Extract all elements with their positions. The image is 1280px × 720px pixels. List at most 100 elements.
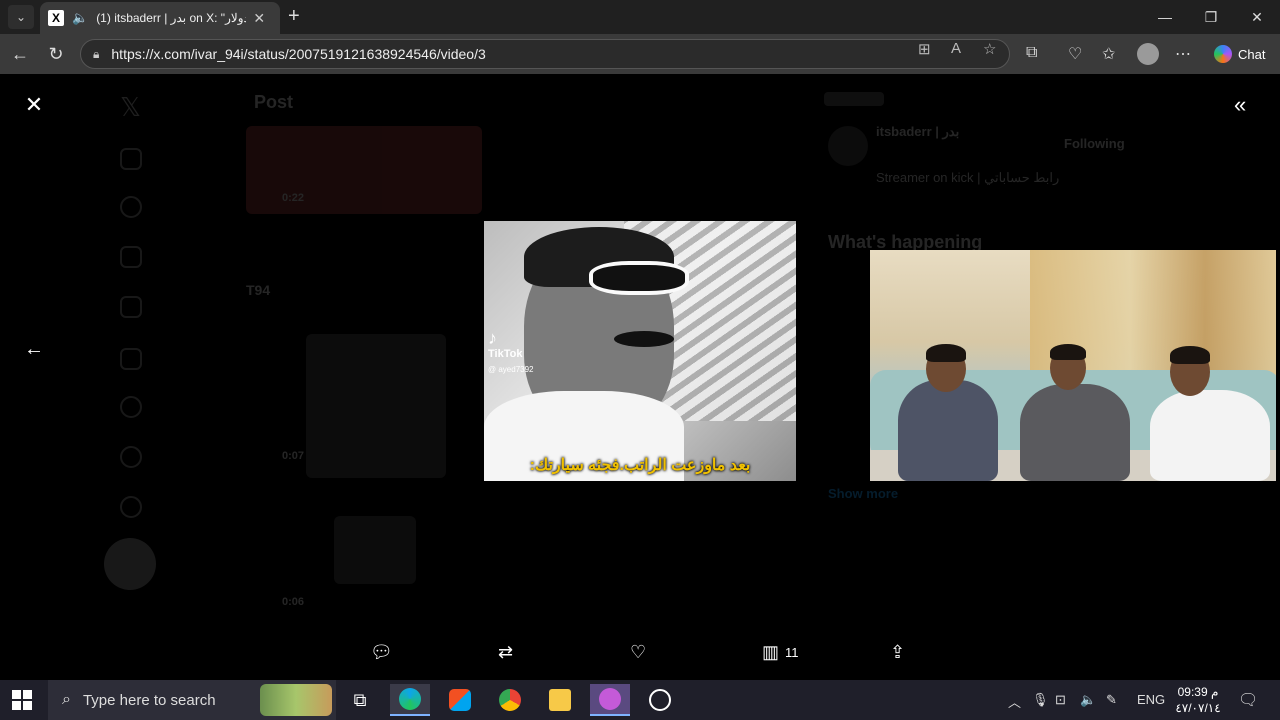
tiktok-icon: ♪ [488, 328, 497, 348]
person-left [898, 380, 998, 481]
views-count: 11 [785, 645, 799, 660]
profile-avatar-bg [828, 126, 868, 166]
store-taskbar-button[interactable] [440, 684, 480, 716]
file-explorer-taskbar-button[interactable] [540, 684, 580, 716]
page: 𝕏 Post 0:22 T94 0:07 0:06 itsbaderr | بد… [4, 74, 1276, 676]
close-window-button[interactable]: ✕ [1234, 0, 1280, 34]
header-title: Post [254, 92, 294, 112]
reply-media [306, 334, 446, 478]
tab-actions-menu-button[interactable]: ⌄ [8, 5, 34, 29]
tab-close-icon[interactable]: ✕ [250, 10, 268, 27]
reply-author: T94 [246, 282, 271, 298]
hair-left [926, 344, 966, 362]
post-fab [104, 538, 156, 590]
recorder-icon [649, 689, 671, 711]
person-right [1150, 390, 1270, 481]
people-icon [120, 296, 142, 318]
copilot-chat-button[interactable]: Chat [1206, 41, 1273, 67]
microphone-icon[interactable]: 🎙︎ [1032, 692, 1049, 708]
grok-icon [120, 396, 142, 418]
home-icon [120, 148, 142, 170]
mustache [614, 331, 674, 347]
pip-video[interactable] [870, 250, 1276, 481]
person-middle [1020, 384, 1130, 481]
task-view-button[interactable]: ⧉ [340, 684, 380, 716]
pen-icon[interactable]: ✎ [1106, 692, 1117, 708]
store-icon [449, 689, 471, 711]
start-button[interactable] [12, 690, 32, 710]
views-button[interactable]: ▥ 11 [762, 642, 799, 663]
search-icon: ⌕ [62, 691, 71, 708]
address-bar[interactable]: 🔒︎ https://x.com/ivar_94i/status/2007519… [80, 39, 1010, 69]
like-button[interactable]: ♡ [630, 642, 646, 663]
search-highlight-image [260, 684, 332, 716]
profile-bio: Streamer on kick | رابط حساباتي [876, 170, 1060, 185]
task-view-icon: ⧉ [353, 689, 367, 710]
reply-icon: 💬︎ [370, 642, 393, 662]
browser-essentials-icon[interactable]: ♡ [1068, 44, 1082, 64]
game-app-taskbar-button[interactable] [590, 684, 630, 716]
search-placeholder: Type here to search [82, 691, 216, 709]
tiktok-label: TikTok [488, 348, 523, 360]
reply-button[interactable]: 💬︎ [370, 642, 393, 663]
hair-middle [1050, 344, 1086, 360]
date: ٤٧/٠٧/١٤ [1175, 701, 1221, 715]
tab-bar: ⌄ X 🔈 (1) itsbaderr | بدر on X: "دولار ✕… [0, 0, 1280, 34]
back-button[interactable]: ← [8, 42, 32, 66]
chrome-icon [499, 689, 521, 711]
repost-button[interactable]: ⇄ [498, 642, 513, 663]
edge-icon [399, 688, 421, 710]
chrome-taskbar-button[interactable] [490, 684, 530, 716]
clock[interactable]: 09:39 م ٤٧/٠٧/١٤ [1168, 684, 1228, 716]
video-duration: 0:22 [282, 192, 305, 204]
collapse-panel-icon[interactable]: « [1234, 92, 1246, 118]
show-more-link: Show more [828, 486, 899, 501]
edge-taskbar-button[interactable] [390, 684, 430, 716]
search-bar [824, 92, 884, 106]
show-hidden-icons-chevron-icon[interactable]: ︿ [1008, 692, 1021, 711]
notifications-icon [120, 246, 142, 268]
main-video[interactable]: ♪ TikTok @ ayed7392 بعد ماوزعت الراتب.فج… [484, 221, 796, 481]
views-chart-icon: ▥ [762, 642, 780, 662]
reply-media-2 [334, 516, 416, 584]
previous-media-icon[interactable]: ← [24, 338, 44, 361]
favorite-star-icon[interactable]: ☆ [983, 40, 996, 58]
restore-button[interactable]: ❐ [1188, 0, 1234, 34]
x-logo-icon: 𝕏 [120, 92, 141, 122]
network-icon[interactable]: ⊡ [1055, 692, 1066, 708]
favorites-icon[interactable]: ✩ [1102, 44, 1115, 64]
browser-toolbar: ← ↻ 🔒︎ https://x.com/ivar_94i/status/200… [0, 34, 1280, 74]
read-aloud-icon[interactable]: A [951, 40, 961, 57]
minimize-button[interactable]: — [1142, 0, 1188, 34]
more-options-icon[interactable]: ⋯ [1175, 44, 1191, 64]
close-media-icon[interactable]: ✕ [24, 92, 44, 118]
share-icon: ⇪ [890, 642, 906, 662]
taskbar-search[interactable]: ⌕ Type here to search [48, 680, 336, 720]
new-tab-button[interactable]: + [288, 6, 300, 26]
app-available-icon[interactable]: ⊞ [918, 40, 931, 58]
language-indicator[interactable]: ENG [1137, 692, 1165, 707]
url-text[interactable]: https://x.com/ivar_94i/status/2007519121… [111, 46, 485, 62]
video-caption: بعد ماوزعت الراتب.فجئه سيارتك: [529, 457, 751, 474]
lock-icon: 🔒︎ [93, 46, 100, 61]
search-icon [120, 196, 142, 218]
more-icon [120, 496, 142, 518]
messages-icon [120, 348, 142, 370]
extensions-icon[interactable]: ⧉ [1026, 44, 1037, 62]
video-duration-2: 0:07 [282, 450, 305, 462]
active-tab[interactable]: X 🔈 (1) itsbaderr | بدر on X: "دولار ✕ [40, 2, 280, 34]
recorder-taskbar-button[interactable] [640, 684, 680, 716]
volume-icon[interactable]: 🔈 [1080, 692, 1096, 708]
media-action-bar: 💬︎ ⇄ ♡ ▥ 11 ⇪ [4, 634, 1276, 670]
taskbar: ⌕ Type here to search ⧉ ︿ 🎙︎ ⊡ 🔈 ✎ ENG 0… [0, 680, 1280, 720]
notifications-icon[interactable]: 🗨︎ [1238, 690, 1258, 710]
profile-avatar[interactable] [1137, 43, 1159, 65]
speaker-icon[interactable]: 🔈 [72, 10, 88, 26]
share-button[interactable]: ⇪ [890, 642, 905, 663]
game-controller-icon [599, 688, 621, 710]
windows-logo-icon [12, 690, 21, 699]
profile-name: itsbaderr | بدر [876, 124, 960, 139]
tiktok-handle: @ ayed7392 [488, 365, 534, 374]
refresh-button[interactable]: ↻ [44, 42, 68, 66]
following-button: Following [1064, 136, 1125, 151]
